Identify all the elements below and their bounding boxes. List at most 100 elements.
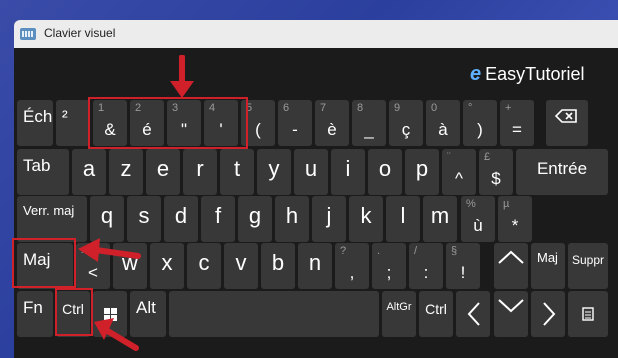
key-shift-char: . <box>377 245 381 257</box>
key-a[interactable]: a <box>72 149 106 195</box>
key-arrow-down[interactable] <box>494 291 528 337</box>
key-label: Entrée <box>536 159 588 178</box>
key-delete[interactable]: Suppr <box>568 243 608 289</box>
key-main-char: x <box>161 250 173 275</box>
key-o[interactable]: o <box>368 149 402 195</box>
key-k[interactable]: k <box>349 196 383 242</box>
context-menu-icon <box>582 307 594 321</box>
window-title: Clavier visuel <box>44 26 116 40</box>
key-label: Alt <box>136 298 156 317</box>
key-main-char: ^ <box>455 169 463 188</box>
key-main-char: = <box>512 120 522 139</box>
key-main-char: q <box>100 203 114 228</box>
key-shift-right[interactable]: Maj <box>531 243 565 289</box>
key-label: Éch <box>23 107 53 126</box>
key-main-char: h <box>285 203 299 228</box>
key-asterisk[interactable]: µ * <box>498 196 532 242</box>
key-p[interactable]: p <box>405 149 439 195</box>
keyboard-icon <box>20 28 36 40</box>
key-g[interactable]: g <box>238 196 272 242</box>
key-exclamation[interactable]: §! <box>446 243 480 289</box>
key-altgr[interactable]: AltGr <box>382 291 416 337</box>
key-main-char: n <box>308 250 322 275</box>
key-degree[interactable]: °) <box>463 100 497 146</box>
key-shift-char: 7 <box>320 102 327 114</box>
key-arrow-right[interactable] <box>531 291 565 337</box>
key-u[interactable]: u <box>294 149 328 195</box>
key-6[interactable]: 6- <box>278 100 312 146</box>
key-escape[interactable]: Éch <box>17 100 53 146</box>
arrow-left-icon <box>467 302 480 326</box>
key-main-char: * <box>511 216 519 235</box>
key-main-char: f <box>214 203 222 228</box>
key-main-char: s <box>138 203 150 228</box>
key-h[interactable]: h <box>275 196 309 242</box>
arrow-up-left-annotation <box>94 318 139 351</box>
key-b[interactable]: b <box>261 243 295 289</box>
key-shift-char: § <box>451 245 458 257</box>
key-main-char: < <box>88 263 98 282</box>
key-colon[interactable]: /: <box>409 243 443 289</box>
key-main-char: e <box>156 156 170 181</box>
key-7[interactable]: 7è <box>315 100 349 146</box>
key-comma[interactable]: ?, <box>335 243 369 289</box>
key-e[interactable]: e <box>146 149 180 195</box>
key-m[interactable]: m <box>423 196 457 242</box>
key-enter[interactable]: Entrée <box>516 149 608 195</box>
key-9[interactable]: 9ç <box>389 100 423 146</box>
key-semicolon[interactable]: .; <box>372 243 406 289</box>
key-main-char: ù <box>473 216 483 235</box>
key-arrow-left[interactable] <box>456 291 490 337</box>
key-y[interactable]: y <box>257 149 291 195</box>
brand-name: EasyTutoriel <box>485 64 585 84</box>
key-main-char: ; <box>386 263 392 282</box>
key-circumflex[interactable]: ¨ ^ <box>442 149 476 195</box>
arrow-up-icon <box>498 250 524 264</box>
arrow-right-icon <box>543 302 556 326</box>
key-v[interactable]: v <box>224 243 258 289</box>
key-main-char: ) <box>477 120 483 139</box>
key-backspace[interactable] <box>546 100 588 146</box>
key-tab[interactable]: Tab <box>17 149 69 195</box>
key-ctrl-right[interactable]: Ctrl <box>419 291 453 337</box>
key-main-char: , <box>349 263 355 282</box>
key-i[interactable]: i <box>331 149 365 195</box>
key-arrow-up[interactable] <box>494 243 528 289</box>
key-main-char: v <box>235 250 247 275</box>
key-8[interactable]: 8 _ <box>352 100 386 146</box>
key-fn[interactable]: Fn <box>17 291 53 337</box>
key-f[interactable]: f <box>201 196 235 242</box>
key-j[interactable]: j <box>312 196 346 242</box>
key-d[interactable]: d <box>164 196 198 242</box>
key-n[interactable]: n <box>298 243 332 289</box>
key-main-char: è <box>327 120 337 139</box>
key-main-char: m <box>430 203 450 228</box>
highlight-shift-key <box>12 238 76 288</box>
key-main-char: g <box>248 203 262 228</box>
key-plus[interactable]: + = <box>500 100 534 146</box>
key-u-grave[interactable]: % ù <box>461 196 495 242</box>
key-main-char: a <box>82 156 96 181</box>
key-space[interactable] <box>169 291 379 337</box>
key-shift-char: 9 <box>394 102 401 114</box>
key-0[interactable]: 0à <box>426 100 460 146</box>
key-shift-char: + <box>505 102 512 114</box>
key-superscript-2[interactable]: ² <box>56 100 90 146</box>
key-main-char: d <box>174 203 188 228</box>
key-main-char: o <box>378 156 392 181</box>
key-z[interactable]: z <box>109 149 143 195</box>
key-l[interactable]: l <box>386 196 420 242</box>
key-main-char: b <box>271 250 285 275</box>
key-main-char: r <box>196 156 204 181</box>
key-r[interactable]: r <box>183 149 217 195</box>
key-label: ² <box>62 107 68 126</box>
key-dollar[interactable]: £ $ <box>479 149 513 195</box>
key-shift-char: 8 <box>357 102 364 114</box>
key-main-char: i <box>345 156 351 181</box>
key-c[interactable]: c <box>187 243 221 289</box>
key-context-menu[interactable] <box>568 291 608 337</box>
title-bar: Clavier visuel <box>14 20 618 48</box>
key-x[interactable]: x <box>150 243 184 289</box>
key-t[interactable]: t <box>220 149 254 195</box>
key-main-char: j <box>326 203 332 228</box>
